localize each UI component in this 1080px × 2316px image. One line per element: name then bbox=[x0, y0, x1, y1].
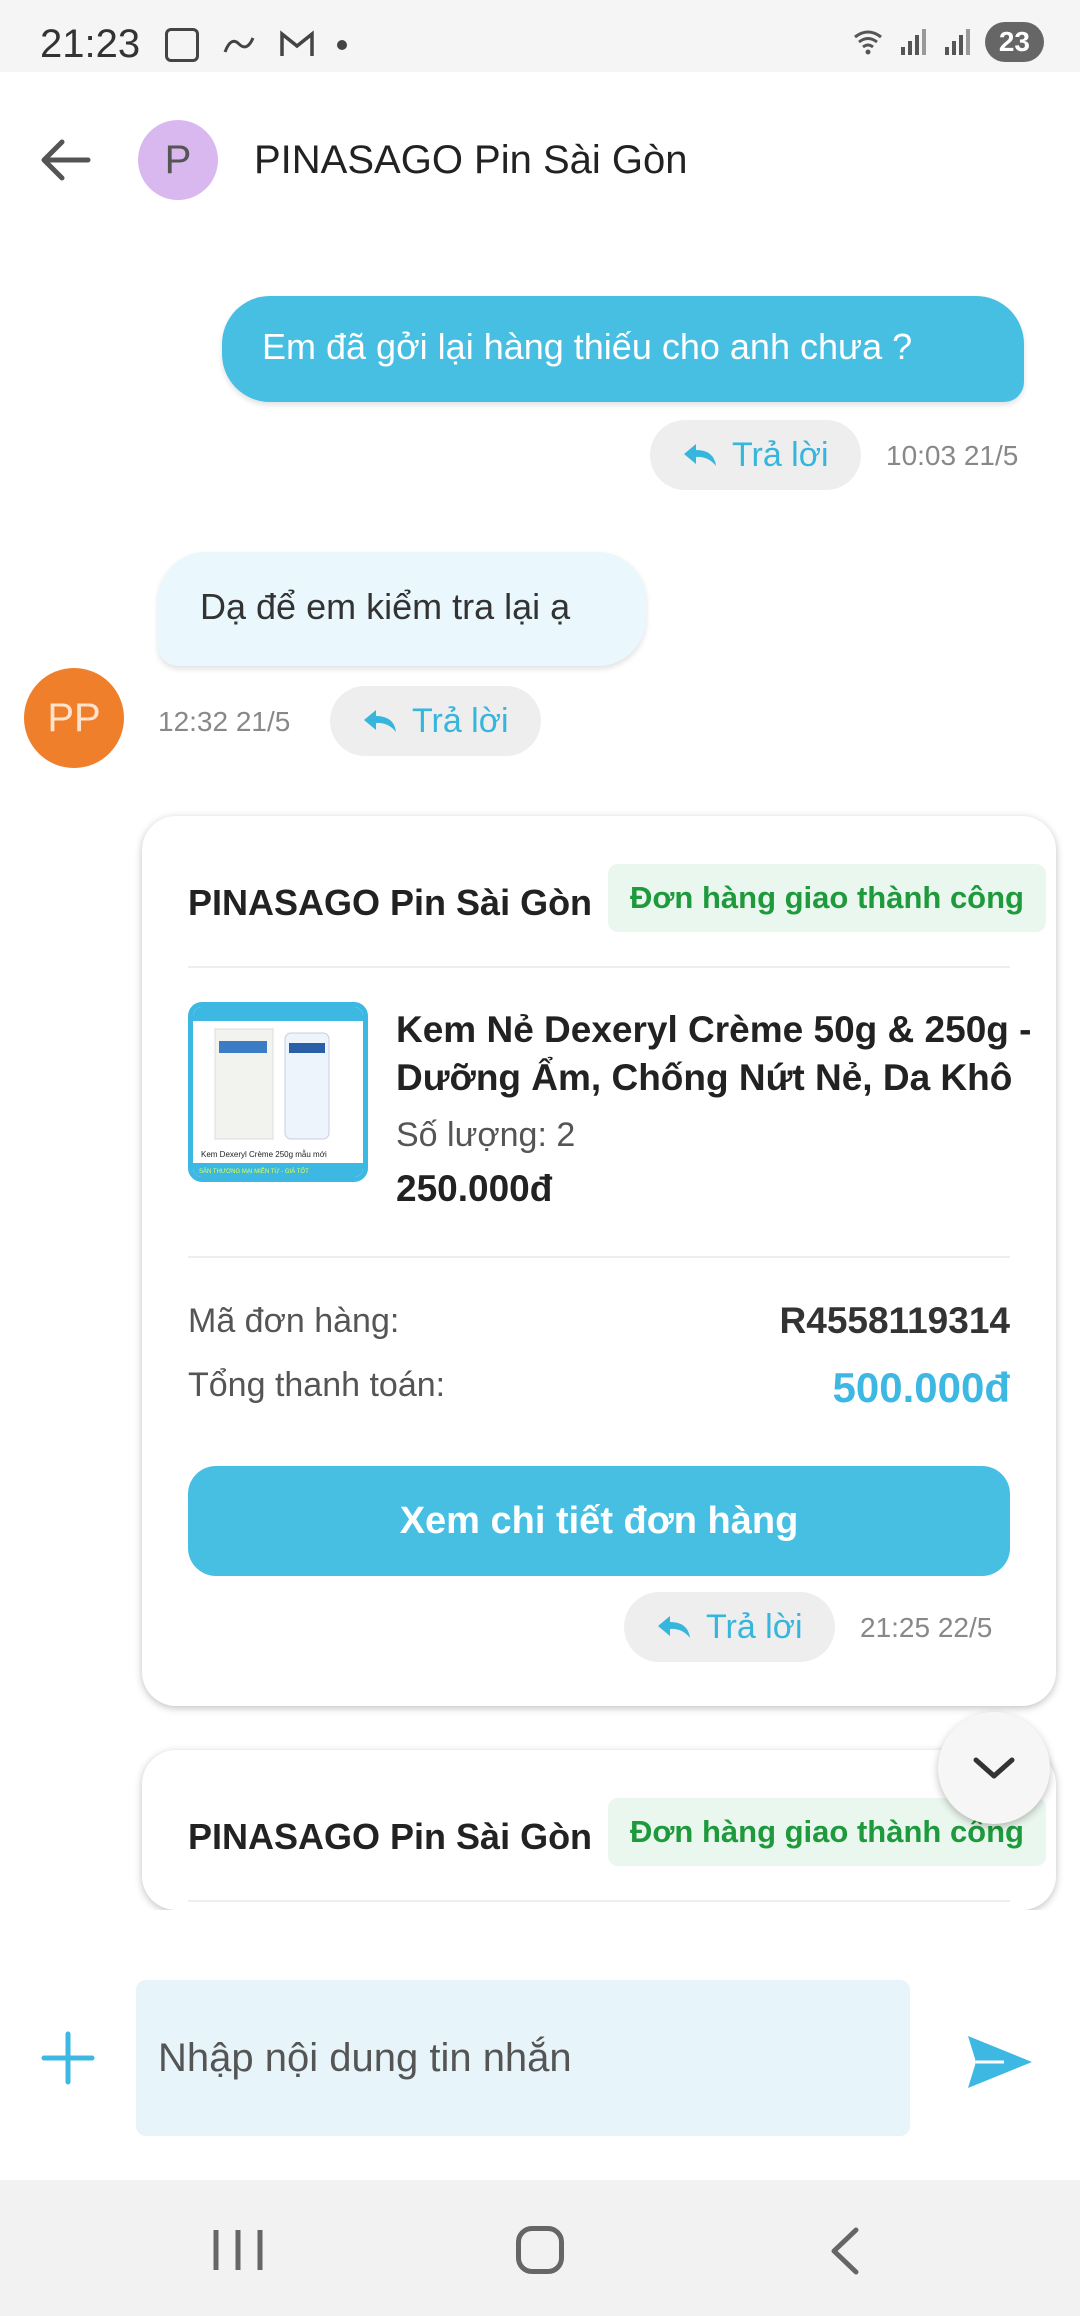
outgoing-message[interactable]: Em đã gởi lại hàng thiếu cho anh chưa ? bbox=[222, 296, 1024, 402]
message-timestamp: 21:25 22/5 bbox=[860, 1612, 993, 1643]
divider bbox=[188, 1900, 1010, 1902]
chat-title[interactable]: PINASAGO Pin Sài Gòn bbox=[254, 138, 688, 183]
order-detail-button[interactable]: Xem chi tiết đơn hàng bbox=[188, 1466, 1010, 1576]
chevron-down-icon bbox=[973, 1757, 1015, 1779]
signal-icon bbox=[900, 29, 926, 55]
reply-button[interactable]: Trả lời bbox=[330, 686, 541, 756]
battery-indicator: 23 bbox=[984, 22, 1044, 62]
home-icon[interactable] bbox=[516, 2226, 564, 2274]
reply-label: Trả lời bbox=[706, 1607, 803, 1646]
recent-apps-icon[interactable] bbox=[210, 2228, 266, 2272]
total-value: 500.000đ bbox=[832, 1364, 1010, 1411]
product-name[interactable]: Kem Nẻ Dexeryl Crème 50g & 250g - Dưỡng … bbox=[396, 1006, 1036, 1102]
reply-label: Trả lời bbox=[732, 435, 829, 474]
product-image-footer: SẢN THƯƠNG MẠI MIỄN TỪ - GIÁ TỐT bbox=[199, 1168, 309, 1175]
order-status-badge: Đơn hàng giao thành công bbox=[607, 864, 1046, 932]
reply-icon bbox=[658, 1616, 690, 1638]
sender-avatar[interactable]: PP bbox=[24, 668, 124, 768]
signal-icon-2 bbox=[944, 29, 970, 55]
scroll-down-button[interactable] bbox=[938, 1712, 1050, 1824]
order-id-value: R4558119314 bbox=[779, 1300, 1010, 1341]
send-icon[interactable] bbox=[964, 2030, 1036, 2094]
wifi-icon bbox=[853, 30, 882, 55]
screenshot-icon bbox=[165, 28, 199, 62]
order-shop-name: PINASAGO Pin Sài Gòn bbox=[188, 1816, 593, 1857]
message-timestamp: 12:32 21/5 bbox=[158, 706, 291, 737]
product-image[interactable]: Kem Dexeryl Crème 250g mẫu mới SẢN THƯƠN… bbox=[188, 1002, 368, 1182]
divider bbox=[188, 966, 1010, 968]
divider bbox=[188, 1256, 1010, 1258]
shop-avatar[interactable]: P bbox=[138, 120, 218, 200]
status-bar: 21:23 23 bbox=[0, 0, 1080, 72]
product-quantity: Số lượng: 2 bbox=[396, 1116, 576, 1154]
reply-icon bbox=[364, 710, 396, 732]
link-icon bbox=[223, 37, 255, 53]
reply-button[interactable]: Trả lời bbox=[624, 1592, 835, 1662]
order-shop-name: PINASAGO Pin Sài Gòn bbox=[188, 882, 593, 923]
plus-icon[interactable] bbox=[40, 2030, 96, 2086]
notification-icons bbox=[165, 28, 347, 62]
more-notifications-dot bbox=[337, 40, 347, 50]
reply-label: Trả lời bbox=[412, 701, 509, 740]
product-thumbnail: Kem Dexeryl Crème 250g mẫu mới SẢN THƯƠN… bbox=[193, 1007, 363, 1177]
status-time: 21:23 bbox=[40, 22, 141, 66]
nav-back-icon[interactable] bbox=[826, 2226, 862, 2276]
back-arrow-icon[interactable] bbox=[36, 130, 96, 190]
message-timestamp: 10:03 21/5 bbox=[886, 440, 1019, 471]
product-image-banner: Kem Dexeryl Crème 250g mẫu mới bbox=[201, 1150, 327, 1159]
message-input[interactable] bbox=[136, 1980, 910, 2136]
order-id-label: Mã đơn hàng: bbox=[188, 1302, 400, 1340]
total-label: Tổng thanh toán: bbox=[188, 1366, 446, 1404]
product-price: 250.000đ bbox=[396, 1168, 553, 1209]
incoming-message[interactable]: Dạ để em kiểm tra lại ạ bbox=[158, 552, 646, 666]
reply-icon bbox=[684, 444, 716, 466]
reply-button[interactable]: Trả lời bbox=[650, 420, 861, 490]
order-card-2[interactable]: PINASAGO Pin Sài Gòn Đơn hàng giao thành… bbox=[142, 1750, 1056, 1910]
order-card[interactable]: PINASAGO Pin Sài Gòn Đơn hàng giao thành… bbox=[142, 816, 1056, 1706]
gmail-icon bbox=[280, 30, 314, 56]
